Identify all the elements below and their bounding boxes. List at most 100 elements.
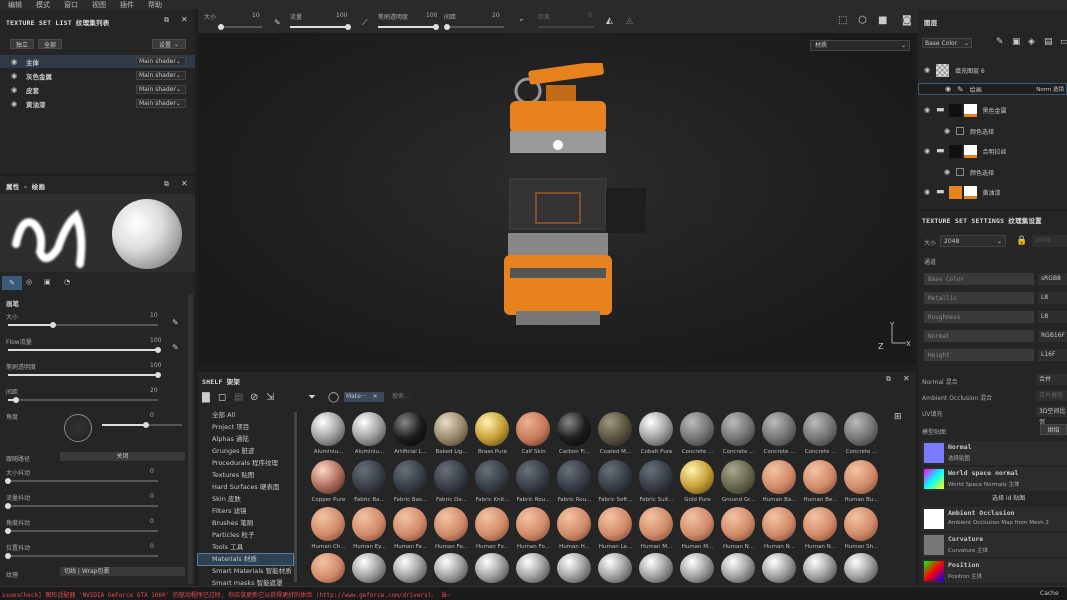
add-paint-layer-icon[interactable]: ▤ bbox=[1044, 37, 1053, 47]
float-icon[interactable]: ⧉ bbox=[164, 16, 169, 25]
material-thumbnail[interactable] bbox=[475, 553, 509, 583]
viewport-mode-select[interactable]: 材质 ⌄ bbox=[810, 40, 910, 51]
size-value[interactable]: 10 bbox=[150, 312, 158, 319]
material-thumbnail[interactable] bbox=[803, 412, 837, 446]
shelf-category[interactable]: Materials 材质 bbox=[197, 553, 294, 566]
channel-format-select[interactable]: L16F bbox=[1038, 349, 1067, 361]
layer-row[interactable]: ◉ ▬ 黑色金属 bbox=[918, 101, 1067, 119]
channel-format-select[interactable]: RGB16F bbox=[1038, 330, 1067, 342]
toolbar-size-knob[interactable] bbox=[218, 24, 224, 30]
material-thumbnail[interactable] bbox=[721, 553, 755, 583]
radio-icon[interactable]: ◉ bbox=[10, 100, 18, 108]
material-thumbnail[interactable] bbox=[434, 507, 468, 541]
ao-mix-select[interactable]: 正片叠底 bbox=[1036, 390, 1067, 401]
layer-row[interactable]: ◉ ✎ 绘画 Norm 选锁 bbox=[918, 83, 1067, 95]
pos_jitter-slider[interactable] bbox=[8, 555, 158, 557]
material-thumbnail[interactable] bbox=[393, 507, 427, 541]
pen-icon[interactable]: ✎ bbox=[274, 18, 281, 27]
tab-stencil[interactable]: ▣ bbox=[44, 278, 51, 286]
material-thumbnail[interactable] bbox=[721, 507, 755, 541]
layer-row[interactable]: ◉ 颜色选择 bbox=[918, 122, 1067, 140]
shelf-category[interactable]: Skin 皮肤 bbox=[198, 494, 293, 505]
channel-name[interactable]: Normal bbox=[924, 330, 1034, 342]
new-resource-icon[interactable]: ◻ bbox=[218, 392, 226, 403]
material-thumbnail[interactable] bbox=[844, 507, 878, 541]
size_jitter-value[interactable]: 0 bbox=[150, 468, 154, 475]
checkbox-icon[interactable] bbox=[956, 127, 964, 135]
toolbar-distance-slider[interactable] bbox=[538, 26, 594, 28]
material-thumbnail[interactable] bbox=[803, 553, 837, 583]
shelf-category[interactable]: Brushes 笔刷 bbox=[198, 518, 293, 529]
uv-padding-select[interactable]: 3D空间比邻 bbox=[1036, 406, 1067, 426]
tab-alpha[interactable]: ◎ bbox=[26, 278, 32, 286]
flow_jitter-slider-knob[interactable] bbox=[5, 503, 11, 509]
material-thumbnail[interactable] bbox=[762, 507, 796, 541]
angle_jitter-value[interactable]: 0 bbox=[150, 518, 154, 525]
shelf-category[interactable]: Smart Materials 智能材质 bbox=[198, 566, 293, 577]
toolbar-opacity-knob[interactable] bbox=[433, 24, 439, 30]
material-thumbnail[interactable] bbox=[680, 553, 714, 583]
material-thumbnail[interactable] bbox=[762, 553, 796, 583]
tab-brush[interactable]: ✎ bbox=[2, 276, 22, 290]
all-button[interactable]: 全部 bbox=[38, 39, 62, 49]
angle-value[interactable]: 0 bbox=[150, 412, 154, 419]
shelf-category[interactable]: Grunges 脏迹 bbox=[198, 446, 293, 457]
material-thumbnail[interactable] bbox=[516, 507, 550, 541]
lazy-mouse-icon[interactable]: ⟔ bbox=[520, 15, 524, 25]
close-icon[interactable]: ✕ bbox=[373, 393, 378, 400]
visibility-eye-icon[interactable]: ◉ bbox=[922, 147, 932, 155]
material-thumbnail[interactable] bbox=[434, 412, 468, 446]
angle-dial[interactable] bbox=[64, 414, 92, 442]
float-icon[interactable]: ⧉ bbox=[886, 375, 891, 384]
filter-tag[interactable]: Mate··· ✕ bbox=[344, 392, 384, 402]
shelf-category[interactable]: Project 项目 bbox=[198, 422, 293, 433]
material-thumbnail[interactable] bbox=[844, 553, 878, 583]
properties-scrollbar[interactable] bbox=[188, 294, 193, 584]
shelf-category[interactable]: Textures 贴图 bbox=[198, 470, 293, 481]
checkbox-icon[interactable] bbox=[956, 168, 964, 176]
lock-icon[interactable]: 🔒 bbox=[1016, 236, 1027, 246]
material-thumbnail[interactable] bbox=[516, 460, 550, 494]
import-icon[interactable]: ⇲ bbox=[266, 392, 274, 403]
pressure-icon[interactable]: ✎ bbox=[172, 318, 179, 327]
angle-slider-knob[interactable] bbox=[143, 422, 149, 428]
select-id-map-button[interactable]: 选择 id 贴图 bbox=[992, 493, 1025, 502]
material-thumbnail[interactable] bbox=[352, 460, 386, 494]
toolbar-flow-slider[interactable] bbox=[290, 26, 348, 28]
channel-select[interactable]: Base Color ⌄ bbox=[922, 38, 972, 48]
add-folder-icon[interactable]: ▭ bbox=[1060, 37, 1067, 47]
mesh-map-slot[interactable]: Position Position 主体 bbox=[922, 559, 1067, 583]
material-thumbnail[interactable] bbox=[475, 507, 509, 541]
radio-icon[interactable]: ◉ bbox=[10, 72, 18, 80]
layer-blend-mode[interactable]: Norm 选锁 bbox=[1036, 85, 1064, 93]
channel-name[interactable]: Height bbox=[924, 349, 1034, 361]
shelf-category[interactable]: Filters 滤镜 bbox=[198, 506, 293, 517]
float-icon[interactable]: ⧉ bbox=[164, 180, 169, 189]
mesh-map-slot[interactable]: World space normal World Space Normals 主… bbox=[922, 467, 1067, 491]
screenshot-icon[interactable]: ◙ bbox=[902, 15, 912, 26]
material-thumbnail[interactable] bbox=[721, 460, 755, 494]
visibility-eye-icon[interactable]: ◉ bbox=[922, 66, 932, 74]
hide-icon[interactable]: ⊘ bbox=[250, 392, 258, 403]
channel-format-select[interactable]: sRGB8 bbox=[1038, 273, 1067, 285]
toolbar-size-value[interactable]: 10 bbox=[252, 12, 260, 19]
material-thumbnail[interactable] bbox=[844, 412, 878, 446]
material-thumbnail[interactable] bbox=[762, 412, 796, 446]
material-thumbnail[interactable] bbox=[311, 460, 345, 494]
video-icon[interactable]: ■ bbox=[878, 15, 887, 26]
spacing-value[interactable]: 20 bbox=[150, 387, 158, 394]
opacity-slider-knob[interactable] bbox=[155, 372, 161, 378]
camera-view-icon[interactable]: ⬚ bbox=[838, 15, 847, 26]
add-fill-icon[interactable]: ◈ bbox=[1028, 37, 1035, 47]
toolbar-opacity-slider[interactable] bbox=[378, 26, 436, 28]
size-slider-knob[interactable] bbox=[50, 322, 56, 328]
spacing-slider-knob[interactable] bbox=[12, 397, 19, 403]
channel-name[interactable]: Roughness bbox=[924, 311, 1034, 323]
add-mask-icon[interactable]: ▣ bbox=[1012, 37, 1021, 47]
material-thumbnail[interactable] bbox=[311, 412, 345, 446]
material-thumbnail[interactable] bbox=[516, 412, 550, 446]
flow_jitter-value[interactable]: 0 bbox=[150, 493, 154, 500]
material-thumbnail[interactable] bbox=[393, 553, 427, 583]
visibility-eye-icon[interactable]: ◉ bbox=[922, 106, 932, 114]
material-thumbnail[interactable] bbox=[557, 460, 591, 494]
